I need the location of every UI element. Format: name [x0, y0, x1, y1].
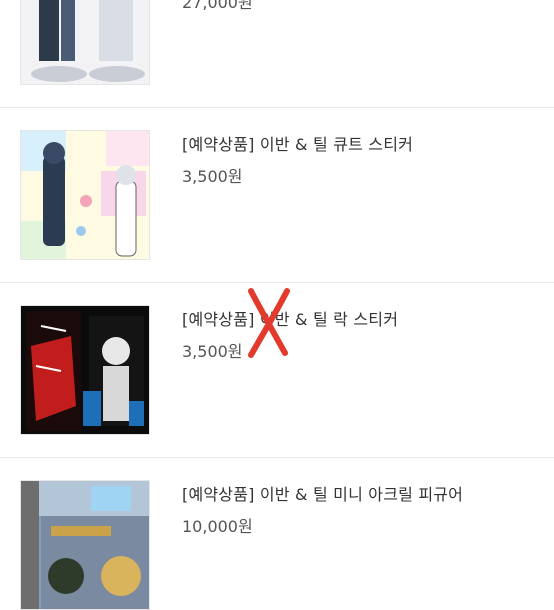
product-list: 27,000원 [예약상품] 이반 & 틸 큐트 스티커 3,500원 [예약상… — [0, 0, 554, 610]
product-title[interactable]: [예약상품] 이반 & 틸 미니 아크릴 피규어 — [182, 481, 463, 505]
sold-out-x-mark — [243, 285, 293, 360]
product-price: 10,000원 — [182, 517, 253, 536]
product-price: 27,000원 — [182, 0, 253, 12]
product-thumbnail[interactable] — [20, 480, 150, 610]
product-price: 3,500원 — [182, 167, 243, 186]
rock-sticker-image — [21, 306, 149, 434]
product-title[interactable]: [예약상품] 이반 & 틸 큐트 스티커 — [182, 131, 413, 155]
product-price: 3,500원 — [182, 342, 243, 361]
acrylic-stand-image — [21, 0, 149, 84]
product-thumbnail[interactable] — [20, 305, 150, 435]
product-thumbnail[interactable] — [20, 0, 150, 85]
cute-sticker-image — [21, 131, 149, 259]
mini-acrylic-figure-image — [21, 481, 149, 609]
list-item[interactable]: 27,000원 — [0, 0, 554, 108]
product-thumbnail[interactable] — [20, 130, 150, 260]
list-item[interactable]: [예약상품] 이반 & 틸 큐트 스티커 3,500원 — [0, 108, 554, 283]
list-item[interactable]: [예약상품] 이반 & 틸 미니 아크릴 피규어 10,000원 — [0, 458, 554, 610]
